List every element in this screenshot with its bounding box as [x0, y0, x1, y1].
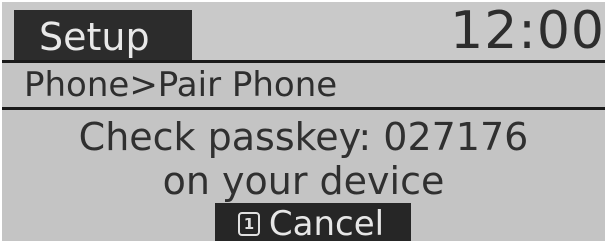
number-one-key-icon: 1 [237, 212, 260, 236]
breadcrumb: Phone>Pair Phone [24, 65, 338, 105]
cancel-label: Cancel [268, 204, 385, 241]
passkey-message: Check passkey: 027176 [78, 115, 529, 159]
header-divider [2, 60, 605, 63]
cancel-button[interactable]: 1 Cancel [215, 203, 411, 241]
title-box: Setup [14, 10, 192, 60]
device-instruction: on your device [162, 159, 445, 203]
page-title: Setup [39, 15, 150, 59]
lcd-panel: Setup 12:00 Phone>Pair Phone Check passk… [2, 2, 605, 241]
breadcrumb-divider [2, 107, 605, 110]
clock: 12:00 [450, 2, 605, 61]
display-screen: Setup 12:00 Phone>Pair Phone Check passk… [0, 0, 607, 243]
